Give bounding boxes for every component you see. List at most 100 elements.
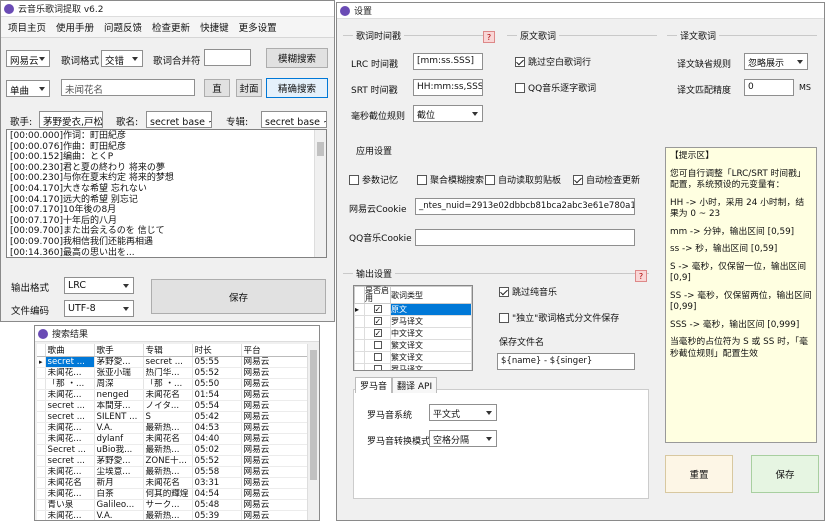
row-selector[interactable] <box>354 315 365 328</box>
lyric-type-row[interactable]: 繁文译文 <box>354 351 472 364</box>
direct-button[interactable]: 直 <box>204 79 230 97</box>
reset-button[interactable]: 重置 <box>665 455 733 493</box>
enable-checkbox[interactable]: ✓ <box>364 303 391 316</box>
aggregate-search-checkbox[interactable]: 聚合模糊搜索 <box>417 173 484 186</box>
menu-item-shortcuts[interactable]: 快捷键 <box>195 19 234 35</box>
split-save-checkbox[interactable]: "独立"歌词格式分文件保存 <box>499 311 619 324</box>
singer-field[interactable]: 茅野愛衣,戸松遥 <box>39 111 103 128</box>
row-selector[interactable] <box>37 488 46 500</box>
lyric-type-row[interactable]: 繁文译文 <box>354 339 472 352</box>
table-row[interactable]: 未闻花名 新月 未闻花名 03:31 网易云 <box>37 477 308 489</box>
qq-syllable-checkbox[interactable]: QQ音乐逐字歌词 <box>515 81 596 94</box>
ms-rule-select[interactable]: 截位 <box>413 105 483 122</box>
column-header-duration[interactable]: 时长 <box>192 344 242 357</box>
lyric-type-row[interactable]: ✓ 中文译文 <box>354 327 472 340</box>
menu-item-check-update[interactable]: 检查更新 <box>147 19 195 35</box>
mode-select[interactable]: 单曲 <box>6 80 50 97</box>
table-row[interactable]: 未闻花... V.A. 最新热... 05:39 网易云 <box>37 510 308 520</box>
table-row[interactable]: 未闻花... 张亚小瑞 热门华... 05:52 网易云 <box>37 367 308 379</box>
menu-item-more-settings[interactable]: 更多设置 <box>234 19 282 35</box>
lyric-scrollbar-thumb[interactable] <box>317 142 324 156</box>
tab-translate-api[interactable]: 翻译 API <box>392 377 438 393</box>
row-selector[interactable] <box>37 466 46 478</box>
cover-button[interactable]: 封面 <box>236 79 262 97</box>
row-selector[interactable] <box>37 444 46 456</box>
song-name-field[interactable]: secret base ~君が <box>146 111 212 128</box>
menu-item-feedback[interactable]: 问题反馈 <box>99 19 147 35</box>
lyric-type-row[interactable]: ▸ ✓ 原文 <box>354 303 472 316</box>
table-row[interactable]: secret ... 本間芽... ノイタ... 05:54 网易云 <box>37 400 308 412</box>
romaji-mode-select[interactable]: 空格分隔 <box>429 430 497 447</box>
output-format-select[interactable]: LRC <box>64 277 134 294</box>
romaji-system-select[interactable]: 平文式 <box>429 404 497 421</box>
main-save-button[interactable]: 保存 <box>151 279 326 314</box>
lyric-scrollbar[interactable] <box>314 130 326 257</box>
auto-update-checkbox[interactable]: 自动检查更新 <box>573 173 640 186</box>
auto-clipboard-checkbox[interactable]: 自动读取剪贴板 <box>485 173 561 186</box>
row-selector[interactable]: ▸ <box>354 303 365 316</box>
row-selector[interactable] <box>37 389 46 401</box>
table-row[interactable]: 未闻花... dylanf 未闻花名 04:40 网易云 <box>37 433 308 445</box>
album-field[interactable]: secret base ~君 <box>261 111 327 128</box>
qq-cookie-input[interactable] <box>415 229 635 246</box>
song-search-input[interactable]: 未闻花名 <box>61 79 195 96</box>
trans-missing-select[interactable]: 忽略展示 <box>744 53 808 70</box>
lyric-type-row[interactable]: 罗马译文 <box>354 363 472 370</box>
row-selector[interactable] <box>37 477 46 489</box>
row-selector[interactable] <box>37 378 46 390</box>
table-row[interactable]: ▸ secret ... 茅野愛... secret ... 05:55 网易云 <box>37 356 308 368</box>
settings-save-button[interactable]: 保存 <box>751 455 819 493</box>
fuzzy-search-button[interactable]: 模糊搜索 <box>266 48 328 68</box>
filename-input[interactable]: ${name} - ${singer} <box>497 353 635 370</box>
lrc-timestamp-input[interactable]: [mm:ss.SSS] <box>413 53 483 70</box>
results-scrollbar-thumb[interactable] <box>310 350 317 480</box>
table-row[interactable]: 青い泉 Galileo... サーク... 05:48 网易云 <box>37 499 308 511</box>
row-selector[interactable] <box>37 422 46 434</box>
table-row[interactable]: Secret ... uBio我... 最新热... 05:02 网易云 <box>37 444 308 456</box>
table-row[interactable]: 未闻花... 白茶 何其的輝煌 04:54 网易云 <box>37 488 308 500</box>
table-row[interactable]: 未闻花... nenged 未闻花名 01:54 网易云 <box>37 389 308 401</box>
table-row[interactable]: 「那 ・... 周深 「那 ・... 05:50 网易云 <box>37 378 308 390</box>
column-header-singer[interactable]: 歌手 <box>94 344 144 357</box>
netease-cookie-input[interactable]: _ntes_nuid=2913e02dbbcb81bca2abc3e61e780… <box>415 198 635 215</box>
table-row[interactable]: 未闻花... 尘埃意... 最新热... 05:58 网易云 <box>37 466 308 478</box>
param-memory-checkbox[interactable]: 参数记忆 <box>349 173 398 186</box>
output-help-button[interactable]: ? <box>635 270 647 282</box>
table-row[interactable]: secret ... 茅野愛... ZONE十... 05:52 网易云 <box>37 455 308 467</box>
row-selector[interactable] <box>37 411 46 423</box>
results-scrollbar[interactable] <box>307 344 319 520</box>
enable-checkbox[interactable]: ✓ <box>364 315 391 328</box>
enable-checkbox[interactable]: ✓ <box>364 327 391 340</box>
row-selector[interactable]: ▸ <box>37 356 46 368</box>
file-encoding-select[interactable]: UTF-8 <box>64 300 134 317</box>
row-selector[interactable] <box>37 455 46 467</box>
timestamp-help-button[interactable]: ? <box>483 31 495 43</box>
column-header-platform[interactable]: 平台 <box>241 344 308 357</box>
row-selector[interactable] <box>354 363 365 370</box>
merge-symbol-input[interactable] <box>204 49 251 66</box>
exact-search-button[interactable]: 精确搜索 <box>266 78 328 98</box>
row-selector[interactable] <box>37 499 46 511</box>
enable-checkbox[interactable] <box>364 351 391 364</box>
row-selector[interactable] <box>354 339 365 352</box>
trans-match-input[interactable]: 0 <box>744 79 794 96</box>
menu-item-manual[interactable]: 使用手册 <box>51 19 99 35</box>
menu-item-homepage[interactable]: 项目主页 <box>3 19 51 35</box>
row-selector[interactable] <box>37 400 46 412</box>
skip-pure-music-checkbox[interactable]: 跳过纯音乐 <box>499 285 557 298</box>
lyric-type-row[interactable]: ✓ 罗马译文 <box>354 315 472 328</box>
row-selector[interactable] <box>37 367 46 379</box>
row-selector[interactable] <box>37 433 46 445</box>
lyric-format-select[interactable]: 交错 <box>101 50 143 67</box>
enable-checkbox[interactable] <box>364 363 391 370</box>
row-selector[interactable] <box>354 327 365 340</box>
enable-checkbox[interactable] <box>364 339 391 352</box>
row-selector[interactable] <box>37 510 46 520</box>
source-select[interactable]: 网易云 <box>6 50 50 67</box>
column-header-album[interactable]: 专辑 <box>143 344 193 357</box>
skip-blank-checkbox[interactable]: 跳过空白歌词行 <box>515 55 591 68</box>
column-header-song[interactable]: 歌曲 <box>45 344 95 357</box>
table-row[interactable]: 未闻花... V.A. 最新热... 04:53 网易云 <box>37 422 308 434</box>
lyric-text-area[interactable]: [00:00.000]作词：町田紀彦 [00:00.076]作曲：町田紀彦 [00:… <box>6 129 327 258</box>
tab-romaji[interactable]: 罗马音 <box>355 377 393 393</box>
